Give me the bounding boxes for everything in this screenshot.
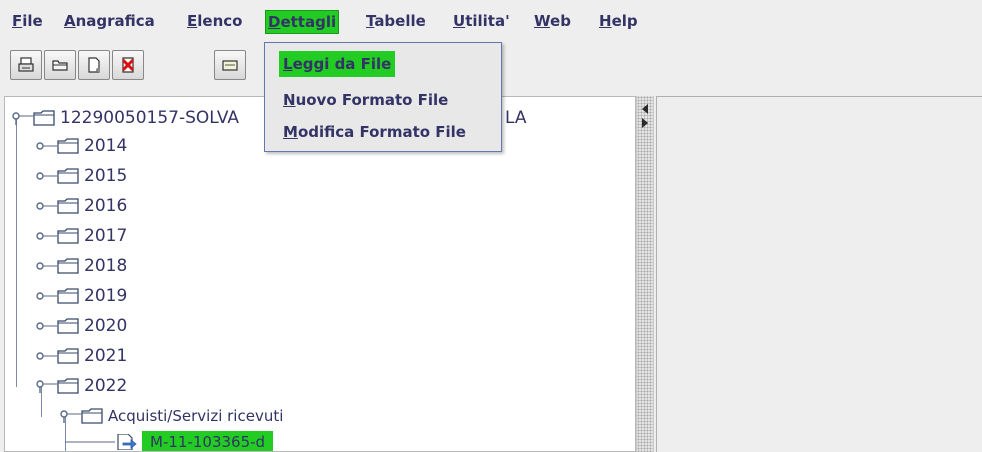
menu-file[interactable]: File [10,10,45,34]
menu-utilita-label: tilita' [465,12,510,30]
tree-node-2018[interactable]: 2018 [35,253,127,279]
menu-web[interactable]: Web [532,10,573,34]
expanded-handle-icon [60,410,81,423]
menu-web-mnemonic: W [534,12,551,30]
nuovo-formato-file-mnemonic: N [283,91,296,109]
open-folder-button[interactable] [44,50,76,80]
menu-tabelle-label: abelle [374,12,426,30]
menu-elenco-label: lenco [197,12,243,30]
tree-line-root [16,117,17,387]
collapsed-handle-icon [36,352,57,360]
tree-year-label: 2015 [84,166,128,186]
nuovo-formato-file-label: uovo Formato File [295,91,449,109]
open-folder-icon [52,60,68,71]
collapsed-handle-icon [36,232,57,240]
leggi-da-file-label: eggi da File [292,55,392,73]
collapsed-handle-icon [36,142,57,150]
modifica-formato-file-label: odifica Formato File [297,123,466,141]
tree-node-2020[interactable]: 2020 [35,313,127,339]
tree-root-label-tail: LA [505,108,527,128]
folder-icon [57,288,79,304]
tree-year-label: 2021 [84,346,128,366]
menu-anagrafica[interactable]: Anagrafica [62,10,157,34]
folder-icon [57,348,79,364]
tree-leaf-label: M-11-103365-d [142,431,274,451]
menu-anagrafica-label: nagrafica [75,12,155,30]
menu-help[interactable]: Help [597,10,640,34]
leggi-da-file-mnemonic: L [283,55,293,73]
tree-node-2015[interactable]: 2015 [35,163,127,189]
print-button[interactable] [10,50,42,80]
menu-file-mnemonic: F [12,12,23,30]
dettagli-dropdown: Leggi da File Nuovo Formato File Modific… [264,42,502,152]
collapse-right-arrow-icon[interactable] [641,118,649,128]
tree-node-2022[interactable]: 2022 [35,373,127,399]
new-document-icon [88,57,100,73]
tree-year-label: 2016 [84,196,128,216]
document-arrow-icon [117,434,137,450]
tree-node-root[interactable]: 12290050157-SOLVA [11,105,239,131]
tree-node-2014[interactable]: 2014 [35,133,127,159]
menu-item-leggi-da-file[interactable]: Leggi da File [279,51,396,77]
menu-web-label: eb [550,12,571,30]
menu-file-label: ile [22,12,43,30]
tree-node-2017[interactable]: 2017 [35,223,127,249]
collapsed-handle-icon [36,322,57,330]
folder-icon [33,110,55,126]
menu-anagrafica-mnemonic: A [64,12,76,30]
tree-year-label: 2022 [84,376,128,396]
tree-node-2021[interactable]: 2021 [35,343,127,369]
collapsed-handle-icon [36,262,57,270]
menu-elenco-mnemonic: E [187,12,198,30]
folder-icon [57,378,79,394]
menu-help-label: elp [611,12,638,30]
folder-icon [57,138,79,154]
tree-year-label: 2017 [84,226,128,246]
folder-icon [57,318,79,334]
tree-year-label: 2020 [84,316,128,336]
folder-icon [57,168,79,184]
delete-icon [121,57,135,73]
collapse-left-arrow-icon[interactable] [641,104,649,114]
collapsed-handle-icon [36,292,57,300]
print-icon [18,57,34,72]
menu-item-modifica-formato-file[interactable]: Modifica Formato File [279,119,470,145]
menu-utilita[interactable]: Utilita' [451,10,512,34]
collapsed-handle-icon [36,172,57,180]
delete-button[interactable] [112,50,144,80]
menu-dettagli-mnemonic: D [268,13,281,31]
tree-node-2016[interactable]: 2016 [35,193,127,219]
menu-elenco[interactable]: Elenco [185,10,244,34]
tree-node-2019[interactable]: 2019 [35,283,127,309]
tree-year-label: 2019 [84,286,128,306]
menu-tabelle[interactable]: Tabelle [364,10,428,34]
card-button[interactable] [214,50,246,80]
card-icon [222,60,238,71]
menu-bar: File Anagrafica Elenco Dettagli Tabelle … [0,0,982,40]
detail-panel [656,96,982,452]
tree-root-label: 12290050157-SOLVA [60,108,240,128]
tree-year-label: 2018 [84,256,128,276]
menu-dettagli[interactable]: Dettagli [265,10,340,34]
menu-utilita-mnemonic: U [453,12,466,30]
tree-subfolder-label: Acquisti/Servizi ricevuti [108,407,284,425]
expanded-handle-icon [12,112,33,125]
expanded-handle-icon [36,380,57,393]
tree-node-leaf[interactable]: M-11-103365-d [65,429,274,451]
modifica-formato-file-mnemonic: M [283,123,298,141]
new-document-button[interactable] [78,50,110,80]
split-pane-divider[interactable] [636,96,654,452]
folder-icon [81,408,103,424]
tree-year-label: 2014 [84,136,128,156]
menu-dettagli-label: ettagli [280,13,337,31]
leaf-connector-icon [65,441,115,443]
tree-node-acquisti[interactable]: Acquisti/Servizi ricevuti [59,403,283,429]
menu-help-mnemonic: H [599,12,612,30]
menu-item-nuovo-formato-file[interactable]: Nuovo Formato File [279,87,452,113]
folder-icon [57,228,79,244]
folder-icon [57,198,79,214]
collapsed-handle-icon [36,202,57,210]
folder-icon [57,258,79,274]
